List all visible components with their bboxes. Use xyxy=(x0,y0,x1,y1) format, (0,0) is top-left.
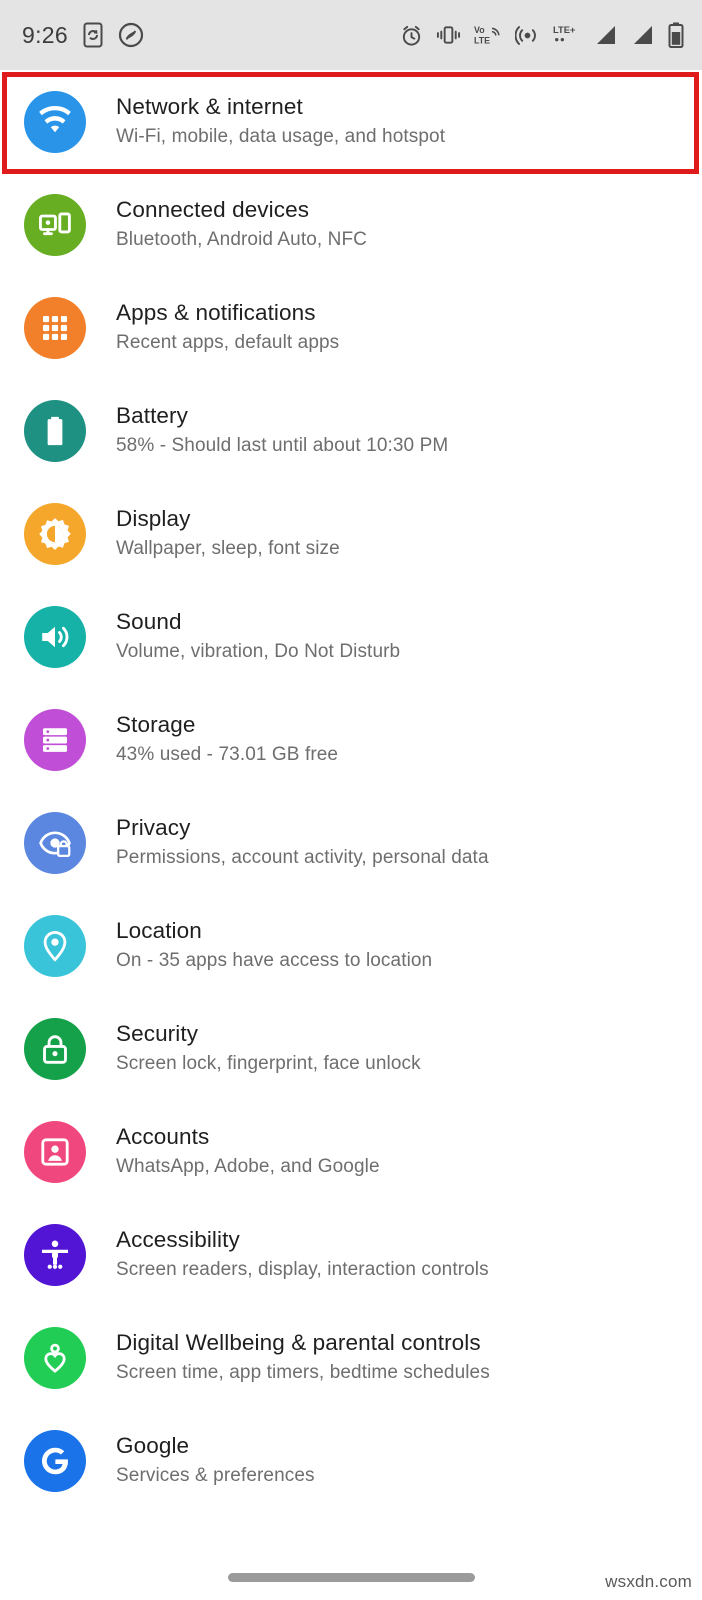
settings-list: Network & internet Wi-Fi, mobile, data u… xyxy=(0,70,702,1512)
privacy-eye-lock-icon xyxy=(24,811,86,874)
status-bar-left: 9:26 xyxy=(22,22,144,49)
android-settings-screen: 9:26 Vo LTE LTE+ Network & internet Wi-F… xyxy=(0,0,702,1600)
signal-bars-sim1-icon xyxy=(594,24,618,47)
settings-row-text: Battery 58% - Should last until about 10… xyxy=(116,402,448,459)
settings-row-subtitle: Screen lock, fingerprint, face unlock xyxy=(116,1053,421,1075)
settings-row-accounts[interactable]: Accounts WhatsApp, Adobe, and Google xyxy=(0,1100,702,1203)
settings-row-subtitle: WhatsApp, Adobe, and Google xyxy=(116,1156,380,1178)
settings-row-text: Accessibility Screen readers, display, i… xyxy=(116,1226,489,1283)
vibrate-icon xyxy=(436,24,461,46)
svg-text:LTE+: LTE+ xyxy=(553,25,576,35)
settings-row-network-internet[interactable]: Network & internet Wi-Fi, mobile, data u… xyxy=(0,70,702,173)
settings-row-subtitle: Wallpaper, sleep, font size xyxy=(116,538,340,560)
status-bar-clock: 9:26 xyxy=(22,21,68,48)
settings-row-battery[interactable]: Battery 58% - Should last until about 10… xyxy=(0,379,702,482)
settings-row-digital-wellbeing[interactable]: Digital Wellbeing & parental controls Sc… xyxy=(0,1306,702,1409)
storage-icon xyxy=(24,708,86,771)
settings-row-subtitle: Volume, vibration, Do Not Disturb xyxy=(116,641,401,663)
settings-row-title: Display xyxy=(116,505,191,531)
settings-row-display[interactable]: Display Wallpaper, sleep, font size xyxy=(0,482,702,585)
battery-icon xyxy=(24,399,86,462)
lte-plus-icon: LTE+ xyxy=(553,23,581,47)
status-bar: 9:26 Vo LTE LTE+ xyxy=(0,0,702,70)
settings-row-subtitle: On - 35 apps have access to location xyxy=(116,950,433,972)
settings-row-title: Sound xyxy=(116,608,182,634)
status-bar-right: Vo LTE LTE+ xyxy=(400,22,684,48)
settings-row-subtitle: 58% - Should last until about 10:30 PM xyxy=(116,435,449,457)
signal-bars-sim2-icon xyxy=(631,24,655,47)
settings-row-security[interactable]: Security Screen lock, fingerprint, face … xyxy=(0,997,702,1100)
svg-text:Vo: Vo xyxy=(474,25,485,35)
navigation-bar xyxy=(0,1554,702,1600)
settings-row-accessibility[interactable]: Accessibility Screen readers, display, i… xyxy=(0,1203,702,1306)
settings-row-text: Accounts WhatsApp, Adobe, and Google xyxy=(116,1123,380,1180)
settings-row-title: Apps & notifications xyxy=(116,299,316,325)
settings-row-title: Location xyxy=(116,917,202,943)
apps-grid-icon xyxy=(24,296,86,359)
watermark: wsxdn.com xyxy=(605,1572,692,1591)
shazam-icon xyxy=(118,22,144,48)
settings-row-text: Network & internet Wi-Fi, mobile, data u… xyxy=(116,93,445,150)
settings-row-title: Privacy xyxy=(116,814,191,840)
battery-icon xyxy=(668,22,684,48)
settings-row-subtitle: Permissions, account activity, personal … xyxy=(116,847,489,869)
settings-row-location[interactable]: Location On - 35 apps have access to loc… xyxy=(0,894,702,997)
settings-row-subtitle: Bluetooth, Android Auto, NFC xyxy=(116,229,368,251)
settings-row-subtitle: 43% used - 73.01 GB free xyxy=(116,744,339,766)
settings-row-title: Storage xyxy=(116,711,196,737)
settings-row-subtitle: Wi-Fi, mobile, data usage, and hotspot xyxy=(116,126,446,148)
settings-row-title: Connected devices xyxy=(116,196,310,222)
settings-row-subtitle: Recent apps, default apps xyxy=(116,332,340,354)
settings-row-text: Display Wallpaper, sleep, font size xyxy=(116,505,340,562)
hotspot-icon xyxy=(515,23,540,48)
speaker-icon xyxy=(24,605,86,668)
settings-row-privacy[interactable]: Privacy Permissions, account activity, p… xyxy=(0,791,702,894)
location-pin-icon xyxy=(24,914,86,977)
settings-row-title: Digital Wellbeing & parental controls xyxy=(116,1329,481,1355)
settings-row-text: Storage 43% used - 73.01 GB free xyxy=(116,711,338,768)
settings-row-text: Digital Wellbeing & parental controls Sc… xyxy=(116,1329,490,1386)
brightness-icon xyxy=(24,502,86,565)
settings-row-subtitle: Services & preferences xyxy=(116,1465,315,1487)
volte-icon: Vo LTE xyxy=(474,23,502,47)
svg-text:LTE: LTE xyxy=(474,35,490,45)
settings-row-text: Sound Volume, vibration, Do Not Disturb xyxy=(116,608,400,665)
settings-row-title: Security xyxy=(116,1020,199,1046)
settings-row-title: Network & internet xyxy=(116,93,303,119)
home-gesture-pill[interactable] xyxy=(227,1572,475,1582)
accessibility-person-icon xyxy=(24,1223,86,1286)
account-card-icon xyxy=(24,1120,86,1183)
settings-row-subtitle: Screen time, app timers, bedtime schedul… xyxy=(116,1362,490,1384)
settings-row-sound[interactable]: Sound Volume, vibration, Do Not Disturb xyxy=(0,585,702,688)
settings-row-text: Privacy Permissions, account activity, p… xyxy=(116,814,489,871)
settings-row-title: Google xyxy=(116,1432,190,1458)
connected-devices-icon xyxy=(24,193,86,256)
google-g-icon xyxy=(24,1429,86,1492)
wifi-icon xyxy=(24,90,86,153)
settings-row-title: Accessibility xyxy=(116,1226,240,1252)
settings-row-connected-devices[interactable]: Connected devices Bluetooth, Android Aut… xyxy=(0,173,702,276)
settings-row-title: Accounts xyxy=(116,1123,210,1149)
lock-icon xyxy=(24,1017,86,1080)
settings-row-subtitle: Screen readers, display, interaction con… xyxy=(116,1259,489,1281)
settings-row-text: Location On - 35 apps have access to loc… xyxy=(116,917,432,974)
alarm-icon xyxy=(400,24,423,47)
settings-row-storage[interactable]: Storage 43% used - 73.01 GB free xyxy=(0,688,702,791)
settings-row-text: Security Screen lock, fingerprint, face … xyxy=(116,1020,421,1077)
settings-row-text: Connected devices Bluetooth, Android Aut… xyxy=(116,196,367,253)
settings-row-text: Apps & notifications Recent apps, defaul… xyxy=(116,299,339,356)
settings-row-text: Google Services & preferences xyxy=(116,1432,315,1489)
wellbeing-heart-icon xyxy=(24,1326,86,1389)
settings-row-google[interactable]: Google Services & preferences xyxy=(0,1409,702,1512)
settings-row-apps-notifications[interactable]: Apps & notifications Recent apps, defaul… xyxy=(0,276,702,379)
phone-sync-icon xyxy=(82,22,104,48)
settings-row-title: Battery xyxy=(116,402,188,428)
